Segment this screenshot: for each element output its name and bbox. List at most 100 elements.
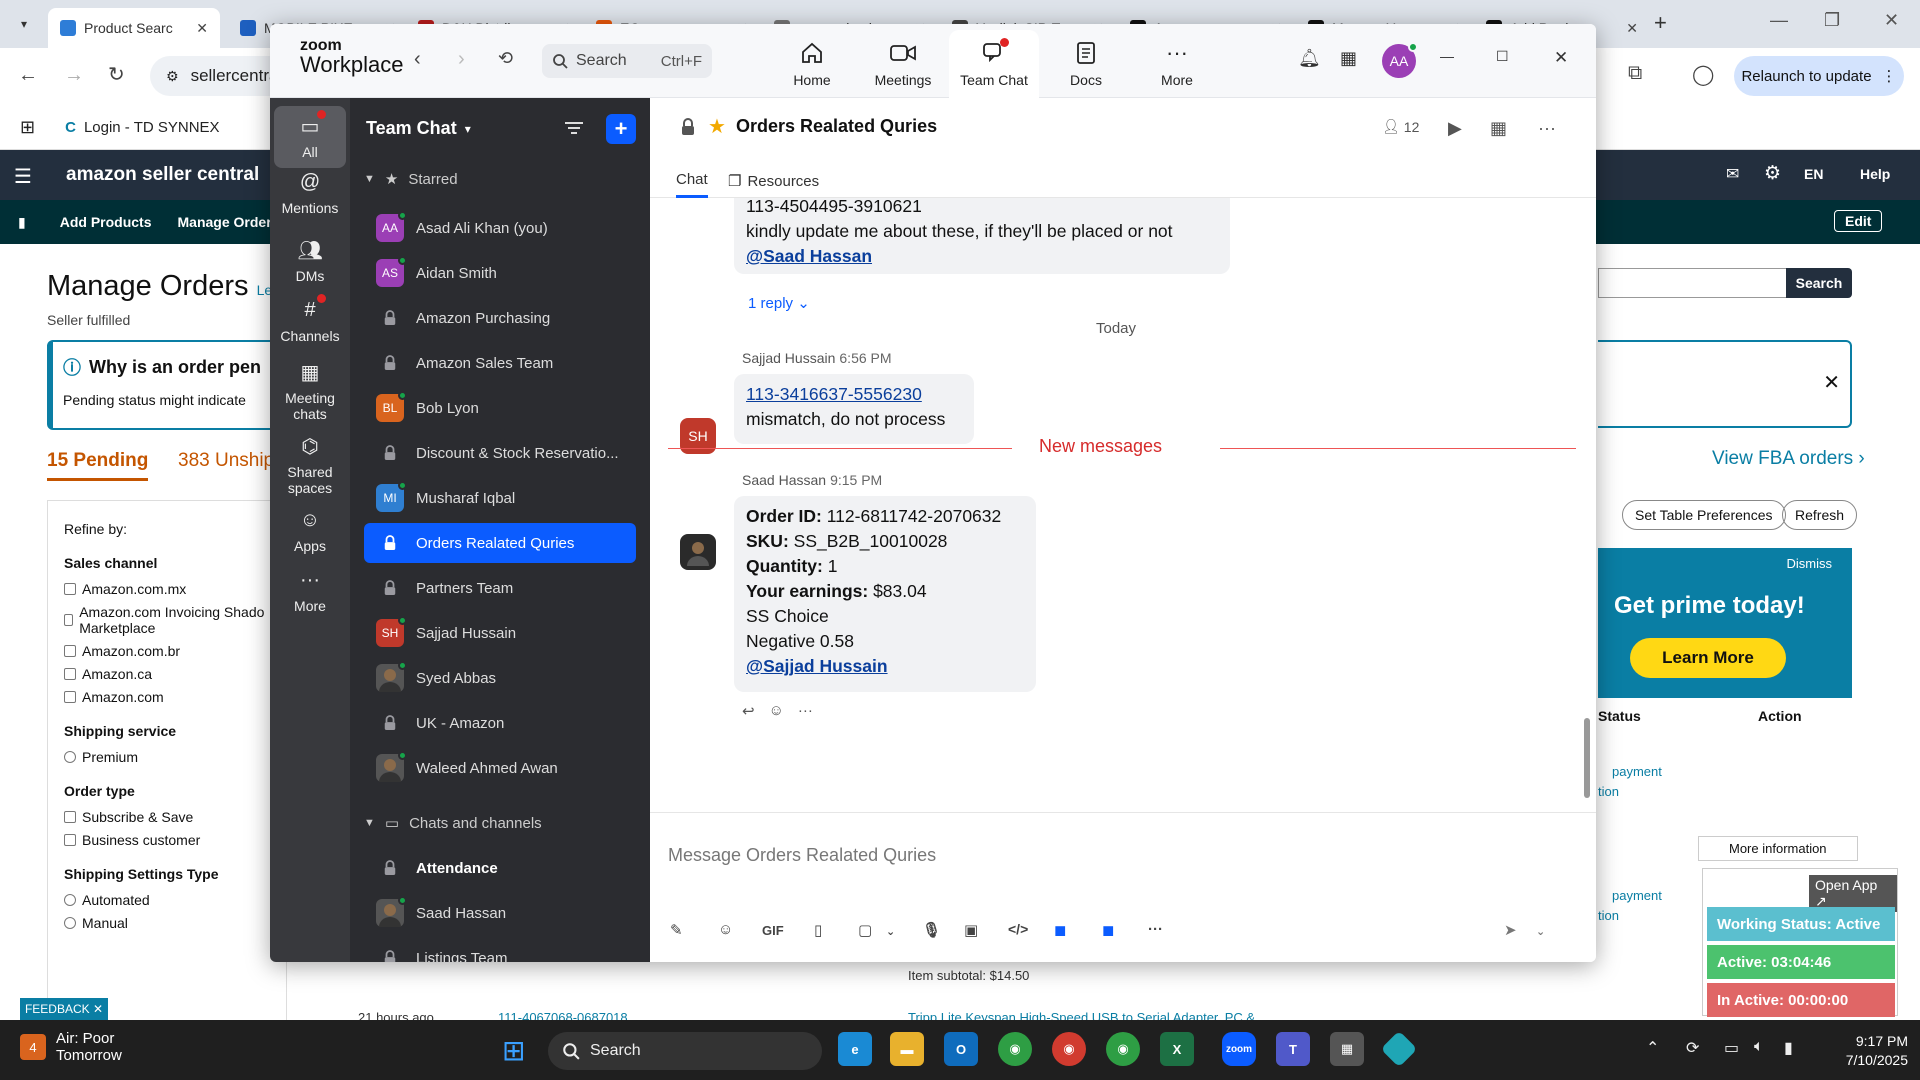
app-shortcut-icon[interactable]: ◼ <box>1102 921 1114 939</box>
more-tools-icon[interactable]: ··· <box>1148 921 1163 938</box>
rail-mentions[interactable]: @ Mentions <box>274 170 346 217</box>
battery-icon[interactable]: ▮ <box>1784 1038 1793 1058</box>
nav-add-products[interactable]: Add Products <box>60 214 152 230</box>
rail-dms[interactable]: 👥︎ DMs <box>274 238 346 285</box>
checkbox[interactable] <box>64 645 76 657</box>
edge-icon[interactable]: e <box>838 1032 872 1066</box>
chrome-icon[interactable]: ◉ <box>998 1032 1032 1066</box>
close-info-icon[interactable]: ✕ <box>1823 370 1840 395</box>
tab-chat[interactable]: Chat <box>676 164 708 198</box>
video-message-icon[interactable]: ▣ <box>964 921 978 939</box>
tray-overflow-icon[interactable]: ⌃ <box>1646 1038 1659 1058</box>
history-icon[interactable]: ⟲ <box>498 48 513 69</box>
dismiss-link[interactable]: Dismiss <box>1787 556 1833 571</box>
list-item[interactable]: Saad Hassan <box>364 893 636 933</box>
excel-icon[interactable]: X <box>1160 1032 1194 1066</box>
nav-tab-more[interactable]: ··· More <box>1132 30 1222 98</box>
view-fba-link[interactable]: View FBA orders › <box>1712 448 1865 470</box>
extensions-icon[interactable]: ⧉ <box>1628 62 1642 85</box>
rail-apps[interactable]: ☺ Apps <box>274 508 346 555</box>
list-item[interactable]: Partners Team <box>364 568 636 608</box>
checkbox[interactable] <box>64 583 76 595</box>
new-tab-button[interactable]: + <box>1654 10 1667 36</box>
list-item[interactable]: Waleed Ahmed Awan <box>364 748 636 788</box>
mention-link[interactable]: @Saad Hassan <box>746 244 1218 269</box>
more-options-icon[interactable]: ··· <box>1538 118 1556 139</box>
starred-section-header[interactable]: ▼ ★ Starred <box>364 170 458 189</box>
order-search-input[interactable] <box>1598 268 1786 298</box>
chrome-profile-icon[interactable]: ◉ <box>1052 1032 1086 1066</box>
checkbox[interactable] <box>64 614 74 626</box>
outlook-icon[interactable]: O <box>944 1032 978 1066</box>
help-link[interactable]: Help <box>1860 166 1890 182</box>
list-item[interactable]: SH Sajjad Hussain <box>364 613 636 653</box>
row-action-text[interactable]: tion <box>1598 784 1619 799</box>
sync-icon[interactable]: ⟳ <box>1686 1038 1699 1058</box>
minimize-icon[interactable]: — <box>1440 48 1454 64</box>
forward-icon[interactable]: → <box>64 64 84 87</box>
windows-start-icon[interactable]: ⊞ <box>502 1034 525 1067</box>
row-action-text[interactable]: tion <box>1598 908 1619 923</box>
notifications-bell-icon[interactable]: 🔔︎ <box>1298 48 1321 69</box>
message-input[interactable] <box>668 825 1548 885</box>
chrome-alt-icon[interactable]: ◉ <box>1106 1032 1140 1066</box>
mention-link[interactable]: @Sajjad Hussain <box>746 654 1024 679</box>
maximize-icon[interactable]: ❐ <box>1824 10 1840 31</box>
calculator-icon[interactable]: ▦ <box>1330 1032 1364 1066</box>
send-options-chevron-icon[interactable]: ⌄ <box>1536 925 1545 938</box>
close-window-icon[interactable]: ✕ <box>1884 10 1899 31</box>
filter-option[interactable]: Amazon.com.br <box>64 643 270 659</box>
feedback-button[interactable]: FEEDBACK ✕ <box>20 998 108 1020</box>
settings-gear-icon[interactable]: ⚙ <box>1764 162 1781 185</box>
taskbar-clock[interactable]: 9:17 PM 7/10/2025 <box>1824 1032 1908 1070</box>
order-link[interactable]: 113-3416637-5556230 <box>746 382 962 407</box>
list-item[interactable]: Attendance <box>364 848 636 888</box>
list-item[interactable]: AA Asad Ali Khan (you) <box>364 208 636 248</box>
calendar-icon[interactable]: ▦ <box>1340 48 1357 69</box>
payment-link[interactable]: payment <box>1612 888 1662 903</box>
premium-option[interactable]: Premium <box>64 749 270 765</box>
list-item[interactable]: Orders Realated Quries <box>364 523 636 563</box>
zoom-app-icon[interactable]: zoom <box>1222 1032 1256 1066</box>
filter-option[interactable]: Business customer <box>64 832 270 848</box>
edit-nav-button[interactable]: Edit <box>1834 210 1883 232</box>
list-item[interactable]: UK - Amazon <box>364 703 636 743</box>
radio-button[interactable] <box>64 894 76 906</box>
forward-arrow-icon[interactable]: › <box>458 48 465 71</box>
filter-option[interactable]: Automated <box>64 892 270 908</box>
apps-grid-icon[interactable]: ⊞ <box>20 117 35 138</box>
set-table-preferences-button[interactable]: Set Table Preferences <box>1622 500 1786 530</box>
send-icon[interactable]: ➤ <box>1504 921 1517 939</box>
gif-button[interactable]: GIF <box>762 923 784 938</box>
scrollbar[interactable] <box>1584 718 1590 798</box>
rail-channels[interactable]: # Channels <box>274 294 346 344</box>
new-chat-button[interactable]: + <box>606 114 636 144</box>
file-icon[interactable]: ▯ <box>814 921 822 939</box>
team-chat-header[interactable]: Team Chat ▾ <box>366 118 471 139</box>
close-icon[interactable]: ✕ <box>1554 48 1568 68</box>
nav-tab-team-chat[interactable]: Team Chat <box>949 30 1039 98</box>
mail-icon[interactable]: ✉ <box>1726 164 1739 184</box>
tab-search-chevron-icon[interactable]: ▾ <box>10 10 38 38</box>
checkbox[interactable] <box>64 834 76 846</box>
tab-close-icon[interactable]: ✕ <box>196 20 208 37</box>
list-item[interactable]: Amazon Purchasing <box>364 298 636 338</box>
sender-avatar[interactable] <box>680 534 716 570</box>
list-item[interactable]: BL Bob Lyon <box>364 388 636 428</box>
filter-icon[interactable] <box>564 120 584 139</box>
filter-option[interactable]: Amazon.com.mx <box>64 581 270 597</box>
zoom-search-box[interactable]: Search Ctrl+F <box>542 44 712 78</box>
hamburger-menu-icon[interactable]: ☰ <box>14 164 32 189</box>
member-count[interactable]: 👤︎ 12 <box>1382 118 1419 135</box>
filter-option[interactable]: Amazon.com Invoicing Shado Marketplace <box>64 604 270 636</box>
code-snippet-icon[interactable]: </> <box>1008 921 1028 937</box>
network-icon[interactable]: ▭ <box>1724 1038 1739 1058</box>
checkbox[interactable] <box>64 668 76 680</box>
user-avatar[interactable]: AA <box>1382 42 1418 78</box>
teams-icon[interactable]: T <box>1276 1032 1310 1066</box>
microphone-icon[interactable]: 🎙︎ <box>922 921 941 939</box>
video-call-icon[interactable]: ▶ <box>1448 118 1462 139</box>
taskbar-search[interactable]: Search <box>548 1032 822 1070</box>
weather-widget[interactable]: 4 Air: Poor Tomorrow <box>20 1030 122 1064</box>
refresh-button[interactable]: Refresh <box>1782 500 1858 530</box>
